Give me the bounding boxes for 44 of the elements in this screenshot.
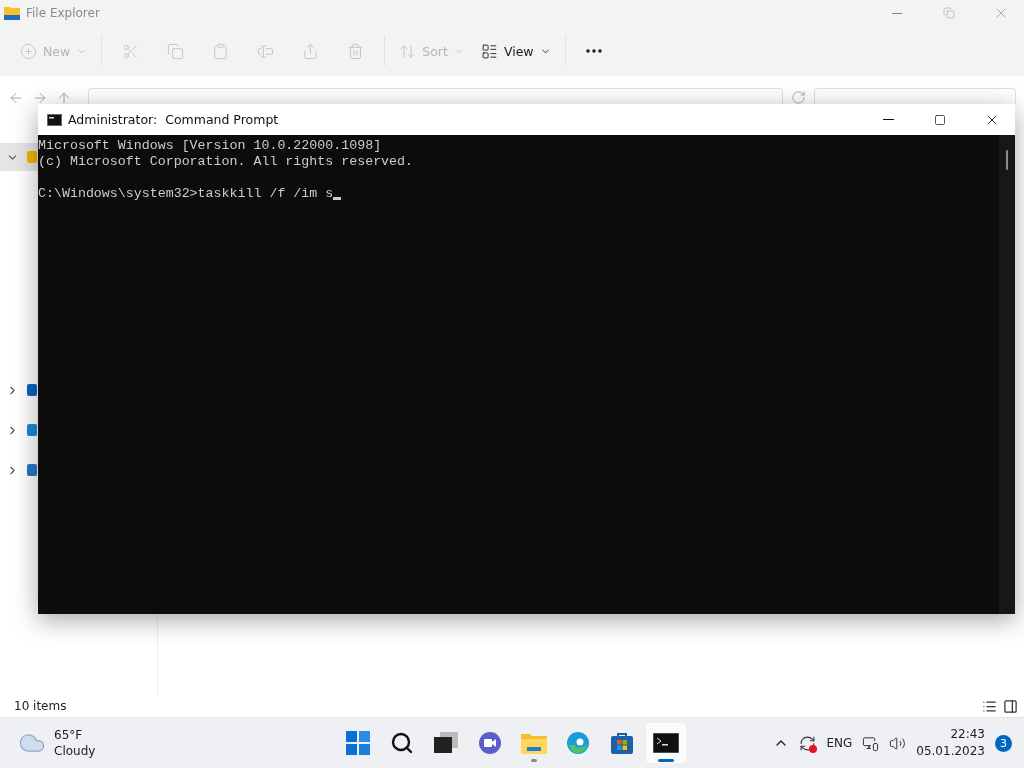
browser-icon xyxy=(566,731,590,755)
tiles-view-icon[interactable] xyxy=(1003,698,1018,714)
console-output: Microsoft Windows [Version 10.0.22000.1098] xyxy=(38,138,382,154)
task-view-icon xyxy=(434,732,458,754)
volume-icon[interactable] xyxy=(889,734,907,752)
forward-button[interactable] xyxy=(32,90,48,104)
location-icon xyxy=(27,384,37,396)
clock-time[interactable]: 22:43 xyxy=(950,726,985,743)
location-icon xyxy=(27,424,37,436)
minimize-icon xyxy=(892,12,902,14)
notification-badge[interactable]: 3 xyxy=(995,734,1012,752)
location-icon xyxy=(27,464,37,476)
store-icon xyxy=(610,731,634,755)
windows-logo-icon xyxy=(346,731,370,755)
sidebar-item[interactable] xyxy=(0,143,40,171)
details-view-icon[interactable] xyxy=(982,698,997,714)
view-button[interactable]: View xyxy=(474,34,557,68)
video-chat-icon xyxy=(478,731,502,755)
search-icon xyxy=(390,731,414,755)
up-button[interactable] xyxy=(56,90,72,104)
console-output: (c) Microsoft Corporation. All rights reserved. xyxy=(38,154,414,170)
refresh-button[interactable] xyxy=(791,90,806,104)
language-indicator[interactable]: ENG xyxy=(826,736,853,750)
network-icon[interactable] xyxy=(862,734,880,752)
sync-icon[interactable] xyxy=(799,734,817,752)
clock-date[interactable]: 05.01.2023 xyxy=(916,743,985,760)
weather-condition: Cloudy xyxy=(54,743,96,759)
window-title: File Explorer xyxy=(26,6,101,20)
location-icon xyxy=(27,151,37,163)
console-icon xyxy=(47,113,62,126)
minimize-icon xyxy=(882,119,894,120)
maximize-icon xyxy=(934,113,946,126)
folder-icon xyxy=(4,6,20,20)
console-button[interactable] xyxy=(646,723,686,763)
restore-icon xyxy=(943,7,955,19)
scrollbar[interactable] xyxy=(999,135,1015,614)
running-indicator xyxy=(658,759,674,762)
command-line: C:\Windows\system32>taskkill /f /im s xyxy=(38,186,334,202)
window-title: Administrator: Command Prompt xyxy=(68,112,280,127)
folder-icon xyxy=(521,732,547,754)
temperature: 65°F xyxy=(54,727,84,743)
item-count: 10 items xyxy=(14,699,68,713)
console-icon xyxy=(653,733,679,753)
running-indicator xyxy=(531,759,537,762)
